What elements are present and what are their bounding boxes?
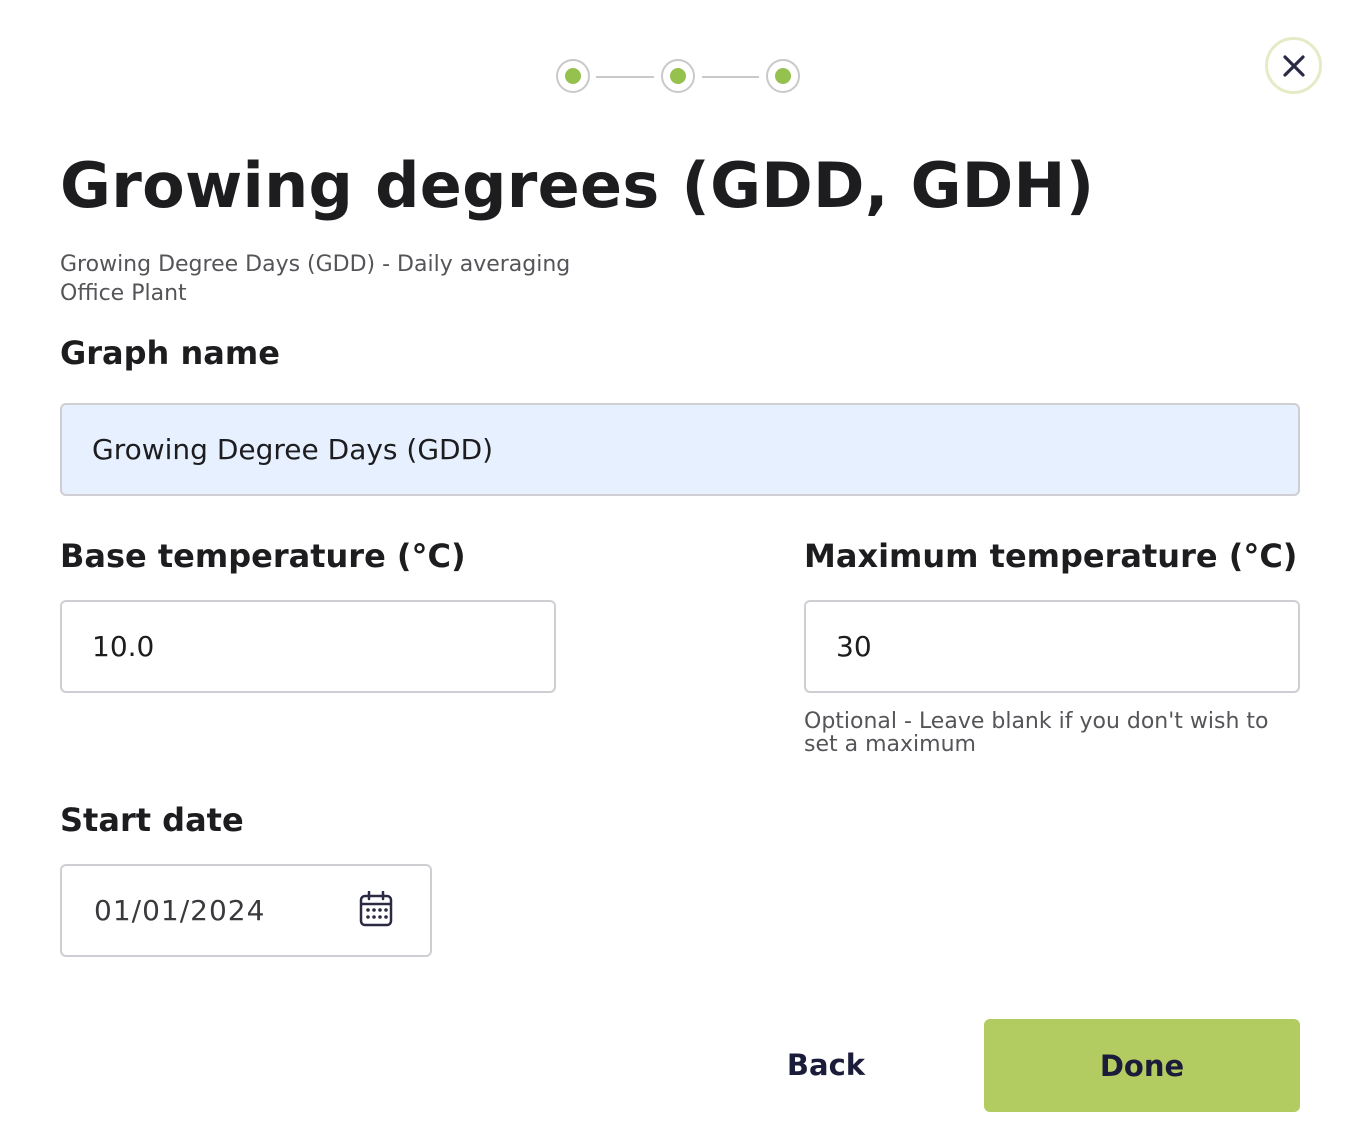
device-subtitle: Office Plant — [60, 281, 187, 306]
graph-name-label: Graph name — [60, 334, 280, 372]
close-button[interactable] — [1265, 37, 1322, 94]
step-3 — [766, 59, 800, 93]
start-date-label: Start date — [60, 801, 244, 839]
calendar-icon[interactable] — [359, 891, 393, 927]
maximum-temperature-input[interactable] — [804, 600, 1300, 693]
close-icon — [1282, 54, 1305, 77]
start-date-value: 01/01/2024 — [94, 894, 266, 927]
step-2-complete-dot — [670, 68, 686, 84]
base-temperature-input[interactable] — [60, 600, 556, 693]
graph-name-input[interactable] — [60, 403, 1300, 496]
start-date-input[interactable]: 01/01/2024 — [60, 864, 432, 957]
step-connector-1 — [596, 76, 654, 78]
maximum-temperature-helper: Optional - Leave blank if you don't wish… — [804, 709, 1269, 757]
step-2 — [661, 59, 695, 93]
back-button[interactable]: Back — [760, 1020, 892, 1110]
graph-type-subtitle: Growing Degree Days (GDD) - Daily averag… — [60, 252, 571, 277]
step-3-complete-dot — [775, 68, 791, 84]
step-1-complete-dot — [565, 68, 581, 84]
page-title: Growing degrees (GDD, GDH) — [60, 149, 1095, 222]
maximum-temperature-label: Maximum temperature (°C) — [804, 537, 1298, 575]
done-button[interactable]: Done — [984, 1019, 1300, 1112]
step-connector-2 — [702, 76, 759, 78]
base-temperature-label: Base temperature (°C) — [60, 537, 466, 575]
progress-stepper — [556, 59, 804, 97]
step-1 — [556, 59, 590, 93]
